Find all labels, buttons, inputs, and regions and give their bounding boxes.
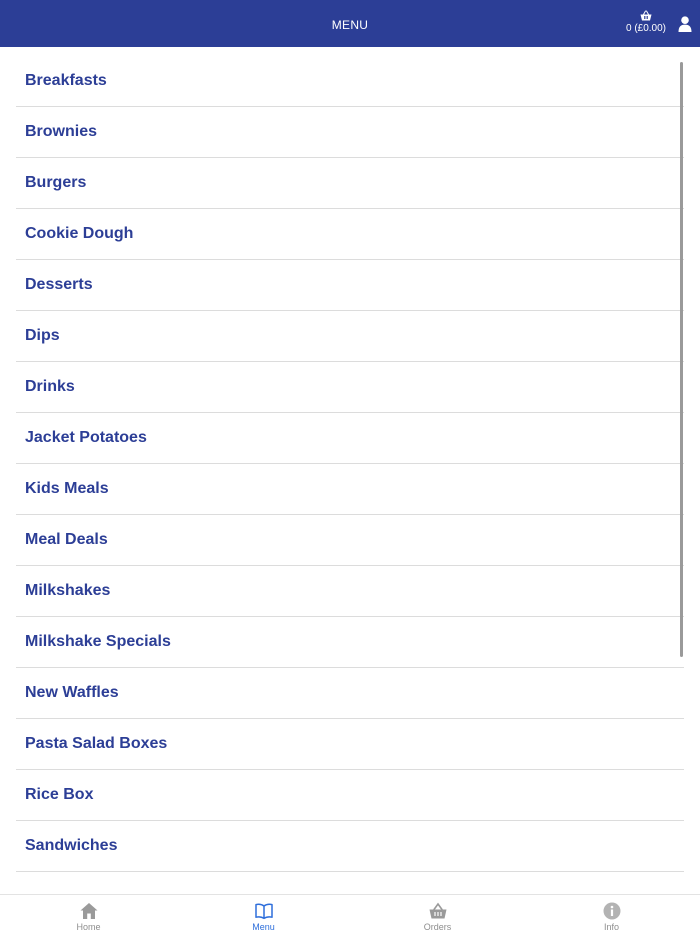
menu-item-burgers[interactable]: Burgers: [16, 158, 684, 209]
menu-item-label: Milkshake Specials: [25, 633, 171, 650]
menu-item-label: Brownies: [25, 123, 98, 140]
menu-item-drinks[interactable]: Drinks: [16, 362, 684, 413]
menu-item-desserts[interactable]: Desserts: [16, 260, 684, 311]
menu-item-milkshakes[interactable]: Milkshakes: [16, 566, 684, 617]
menu-item-label: Cookie Dough: [25, 225, 134, 242]
basket-button[interactable]: 0 (£0.00): [624, 10, 668, 34]
basket-summary: 0 (£0.00): [624, 23, 668, 34]
menu-category-list: Breakfasts Brownies Burgers Cookie Dough…: [16, 56, 684, 894]
menu-item-cookie-dough[interactable]: Cookie Dough: [16, 209, 684, 260]
basket-count: 0: [625, 23, 632, 34]
tab-orders[interactable]: Orders: [350, 895, 525, 934]
menu-item-pasta-salad-boxes[interactable]: Pasta Salad Boxes: [16, 719, 684, 770]
menu-item-label: Drinks: [25, 378, 75, 395]
menu-item-kids-meals[interactable]: Kids Meals: [16, 464, 684, 515]
bottom-tab-bar: Home Menu Orders Info: [0, 894, 700, 934]
tab-orders-label: Orders: [423, 922, 452, 932]
menu-item-label: Breakfasts: [25, 72, 107, 89]
menu-item-label: Pasta Salad Boxes: [25, 735, 168, 752]
menu-item-breakfasts[interactable]: Breakfasts: [16, 56, 684, 107]
basket-icon: [640, 10, 652, 21]
menu-item-label: Milkshakes: [25, 582, 111, 599]
menu-item-label: Dips: [25, 327, 60, 344]
info-icon: [603, 902, 620, 920]
menu-item-milkshake-specials[interactable]: Milkshake Specials: [16, 617, 684, 668]
menu-item-new-waffles[interactable]: New Waffles: [16, 668, 684, 719]
menu-item-label: Meal Deals: [25, 531, 108, 548]
menu-item-dips[interactable]: Dips: [16, 311, 684, 362]
app-header: MENU 0 (£0.00): [0, 0, 700, 47]
home-icon: [80, 903, 97, 919]
tab-home-label: Home: [76, 922, 101, 932]
menu-item-label: Sandwiches: [25, 837, 118, 854]
menu-item-label: Jacket Potatoes: [25, 429, 147, 446]
menu-item-label: Kids Meals: [25, 480, 109, 497]
menu-item-label: New Waffles: [25, 684, 119, 701]
menu-item-sandwiches[interactable]: Sandwiches: [16, 821, 684, 872]
menu-item-meal-deals[interactable]: Meal Deals: [16, 515, 684, 566]
tab-info-label: Info: [603, 922, 619, 932]
tab-menu-label: Menu: [252, 922, 275, 932]
menu-item-brownies[interactable]: Brownies: [16, 107, 684, 158]
basket-total: (£0.00): [634, 23, 667, 34]
tab-info[interactable]: Info: [524, 895, 699, 934]
menu-item-label: Burgers: [25, 174, 87, 191]
menu-item-rice-box[interactable]: Rice Box: [16, 770, 684, 821]
user-icon[interactable]: [678, 16, 692, 32]
page-title: MENU: [331, 18, 369, 32]
menu-item-label: Desserts: [25, 276, 93, 293]
menu-item-label: Rice Box: [25, 786, 94, 803]
book-icon: [254, 903, 273, 920]
menu-item-jacket-potatoes[interactable]: Jacket Potatoes: [16, 413, 684, 464]
list-scrollbar[interactable]: [680, 62, 683, 657]
basket-icon: [429, 902, 446, 919]
tab-home[interactable]: Home: [1, 895, 176, 934]
tab-menu[interactable]: Menu: [176, 895, 351, 934]
